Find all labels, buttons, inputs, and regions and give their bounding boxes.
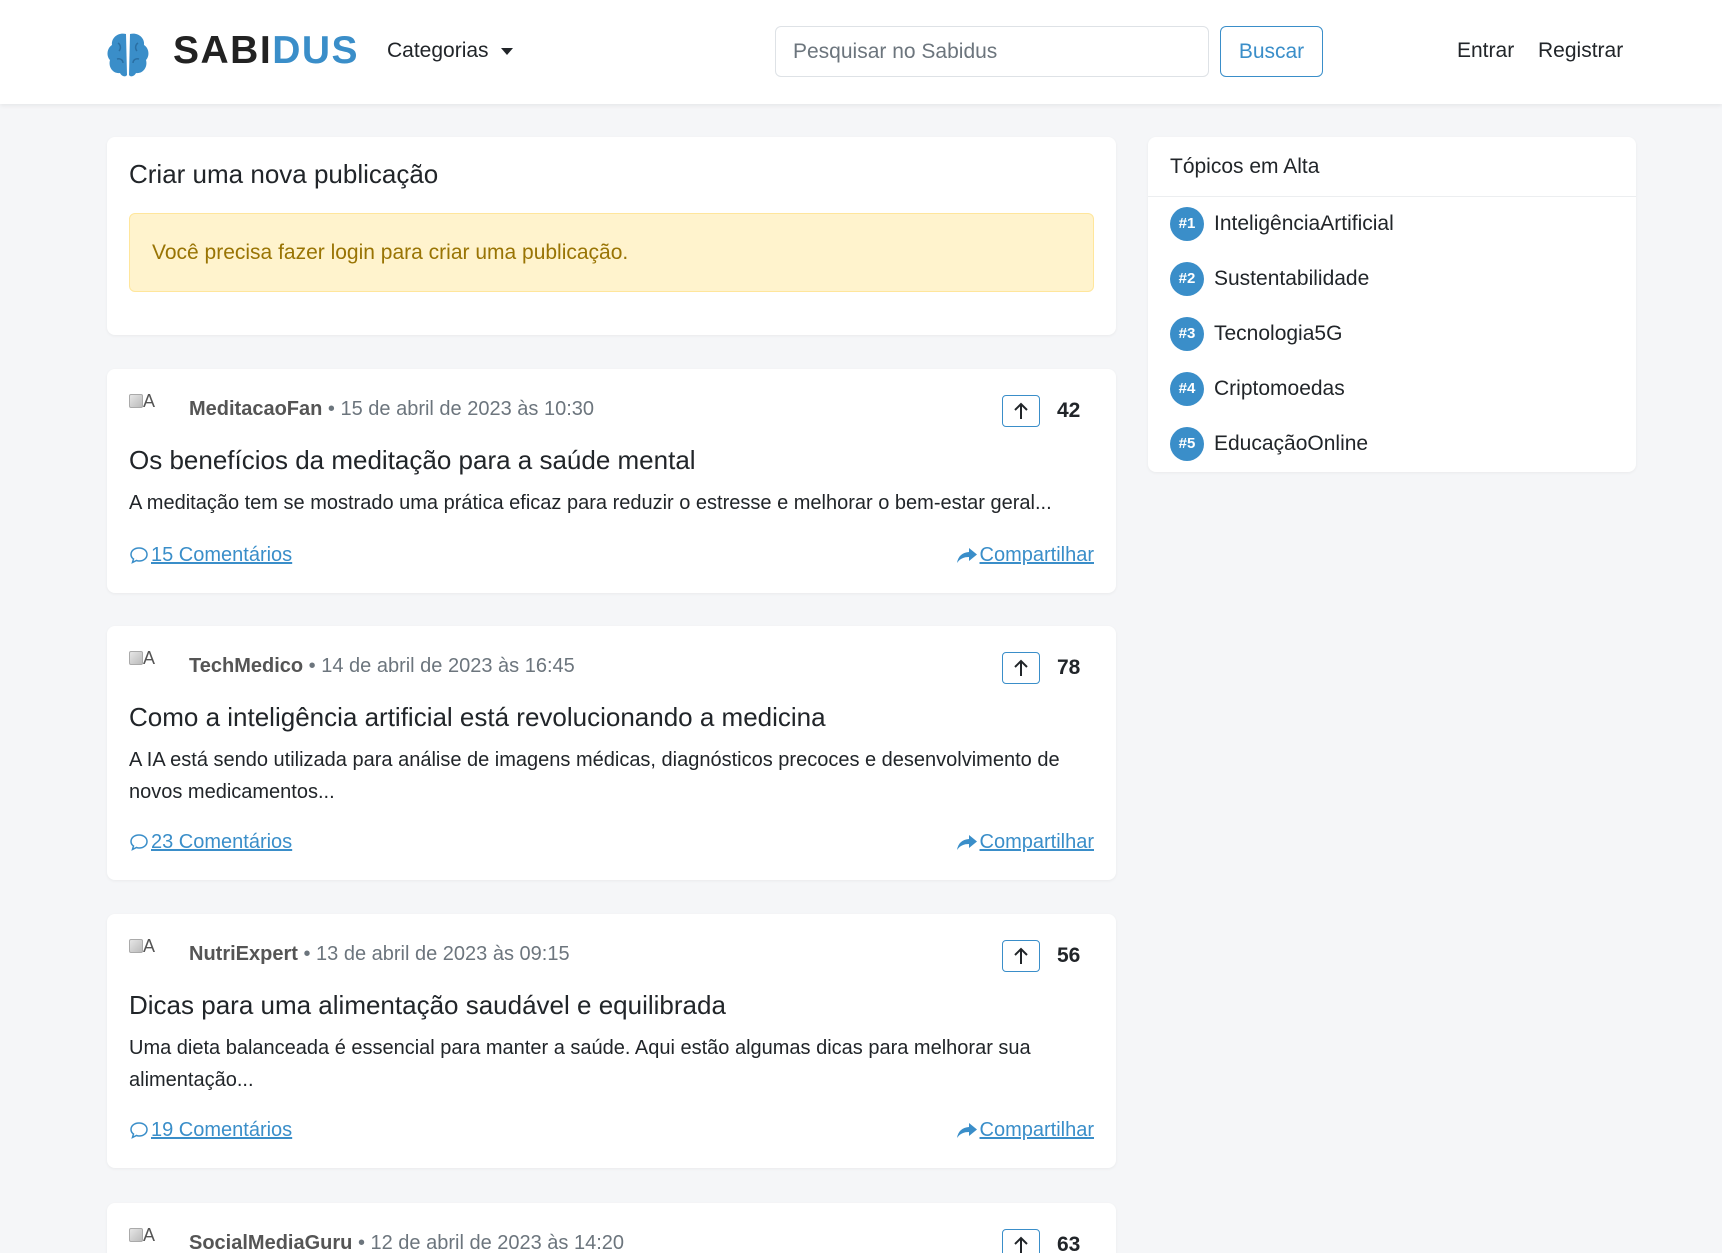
trending-title: Tópicos em Alta [1170, 155, 1320, 178]
post-date: • 13 de abril de 2023 às 09:15 [303, 943, 570, 965]
trending-label: EducaçãoOnline [1214, 432, 1369, 455]
comments-count: 23 Comentários [151, 831, 293, 853]
avatar[interactable]: A [129, 646, 169, 690]
post-excerpt: A IA está sendo utilizada para análise d… [129, 749, 1060, 803]
broken-image-icon [129, 394, 143, 408]
arrow-up-icon [1014, 947, 1028, 964]
login-link[interactable]: Entrar [1457, 36, 1514, 66]
comments-count: 15 Comentários [151, 544, 293, 566]
post-meta: NutriExpert • 13 de abril de 2023 às 09:… [189, 940, 570, 968]
comments-count: 19 Comentários [151, 1119, 293, 1141]
share-label: Compartilhar [979, 1119, 1094, 1141]
post-title[interactable]: Como a inteligência artificial está revo… [129, 700, 826, 734]
post-card: A MeditacaoFan • 15 de abril de 2023 às … [107, 369, 1116, 593]
comment-icon [130, 1122, 148, 1139]
upvote-button[interactable] [1002, 940, 1040, 972]
post-meta: MeditacaoFan • 15 de abril de 2023 às 10… [189, 395, 594, 423]
rank-badge: #1 [1170, 207, 1204, 241]
share-link[interactable]: Compartilhar [956, 1116, 1094, 1144]
categories-label: Categorias [387, 39, 489, 62]
share-icon [956, 548, 977, 563]
post-card: A TechMedico • 14 de abril de 2023 às 16… [107, 626, 1116, 880]
avatar[interactable]: A [129, 389, 169, 433]
register-link[interactable]: Registrar [1538, 36, 1623, 66]
share-icon [956, 1123, 977, 1138]
create-post-title: Criar uma nova publicação [129, 159, 439, 189]
trending-label: Sustentabilidade [1214, 267, 1370, 290]
rank-badge: #3 [1170, 317, 1204, 351]
share-label: Compartilhar [979, 831, 1094, 853]
vote-count: 56 [1057, 944, 1081, 967]
comment-icon [130, 547, 148, 564]
share-icon [956, 835, 977, 850]
trending-label: Tecnologia5G [1214, 322, 1343, 345]
broken-image-icon [129, 651, 143, 665]
post-date: • 15 de abril de 2023 às 10:30 [327, 398, 595, 420]
create-post-card: Criar uma nova publicação Você precisa f… [107, 137, 1116, 335]
upvote-button[interactable] [1002, 395, 1040, 427]
navbar: SABIDUS Categorias Buscar Entrar Registr… [0, 0, 1722, 104]
avatar-alt-text: A [143, 1225, 156, 1245]
trending-item[interactable]: #5 EducaçãoOnline [1170, 427, 1368, 463]
avatar-alt-text: A [143, 648, 156, 668]
broken-image-icon [129, 939, 143, 953]
post-author[interactable]: SocialMediaGuru [189, 1232, 352, 1253]
trending-item[interactable]: #3 Tecnologia5G [1170, 317, 1342, 353]
rank-badge: #4 [1170, 372, 1204, 406]
post-excerpt: Uma dieta balanceada é essencial para ma… [129, 1037, 1031, 1091]
arrow-up-icon [1014, 402, 1028, 419]
post-date: • 12 de abril de 2023 às 14:20 [357, 1232, 625, 1253]
avatar-alt-text: A [143, 391, 156, 411]
brain-logo-icon[interactable] [106, 30, 150, 78]
rank-badge: #2 [1170, 262, 1204, 296]
brand-name-part1: SABI [173, 29, 273, 72]
vote-count: 63 [1057, 1233, 1081, 1253]
trending-label: Criptomoedas [1214, 377, 1345, 400]
trending-item[interactable]: #4 Criptomoedas [1170, 372, 1345, 408]
post-excerpt: A meditação tem se mostrado uma prática … [129, 492, 1052, 514]
categories-dropdown[interactable]: Categorias [387, 36, 513, 66]
trending-item[interactable]: #1 InteligênciaArtificial [1170, 207, 1394, 243]
avatar[interactable]: A [129, 934, 169, 978]
post-author[interactable]: TechMedico [189, 655, 303, 677]
post-date: • 14 de abril de 2023 às 16:45 [308, 655, 575, 677]
login-required-alert: Você precisa fazer login para criar uma … [129, 213, 1094, 292]
post-author[interactable]: NutriExpert [189, 943, 298, 965]
comments-link[interactable]: 15 Comentários [129, 541, 292, 569]
post-title[interactable]: Dicas para uma alimentação saudável e eq… [129, 988, 726, 1022]
brand-name-part2: DUS [272, 29, 360, 72]
avatar-alt-text: A [143, 936, 156, 956]
caret-down-icon [500, 47, 513, 55]
vote-count: 42 [1057, 399, 1081, 422]
trending-item[interactable]: #2 Sustentabilidade [1170, 262, 1369, 298]
search-button[interactable]: Buscar [1220, 26, 1323, 77]
post-author[interactable]: MeditacaoFan [189, 398, 322, 420]
trending-topics-card: Tópicos em Alta #1 InteligênciaArtificial… [1148, 137, 1636, 472]
vote-count: 78 [1057, 656, 1081, 679]
upvote-button[interactable] [1002, 652, 1040, 684]
trending-header: Tópicos em Alta [1148, 137, 1636, 197]
share-label: Compartilhar [979, 544, 1094, 566]
broken-image-icon [129, 1228, 143, 1242]
upvote-button[interactable] [1002, 1229, 1040, 1253]
post-card: A SocialMediaGuru • 12 de abril de 2023 … [107, 1203, 1116, 1253]
rank-badge: #5 [1170, 427, 1204, 461]
avatar[interactable]: A [129, 1223, 169, 1253]
arrow-up-icon [1014, 659, 1028, 676]
brand-logo[interactable]: SABIDUS [173, 28, 359, 74]
comments-link[interactable]: 23 Comentários [129, 828, 292, 856]
share-link[interactable]: Compartilhar [956, 828, 1094, 856]
post-meta: SocialMediaGuru • 12 de abril de 2023 às… [189, 1229, 624, 1253]
arrow-up-icon [1014, 1236, 1028, 1253]
comments-link[interactable]: 19 Comentários [129, 1116, 292, 1144]
search-input[interactable] [775, 26, 1209, 77]
trending-label: InteligênciaArtificial [1214, 212, 1394, 235]
comment-icon [130, 834, 148, 851]
post-title[interactable]: Os benefícios da meditação para a saúde … [129, 443, 696, 477]
post-card: A NutriExpert • 13 de abril de 2023 às 0… [107, 914, 1116, 1168]
post-meta: TechMedico • 14 de abril de 2023 às 16:4… [189, 652, 575, 680]
share-link[interactable]: Compartilhar [956, 541, 1094, 569]
